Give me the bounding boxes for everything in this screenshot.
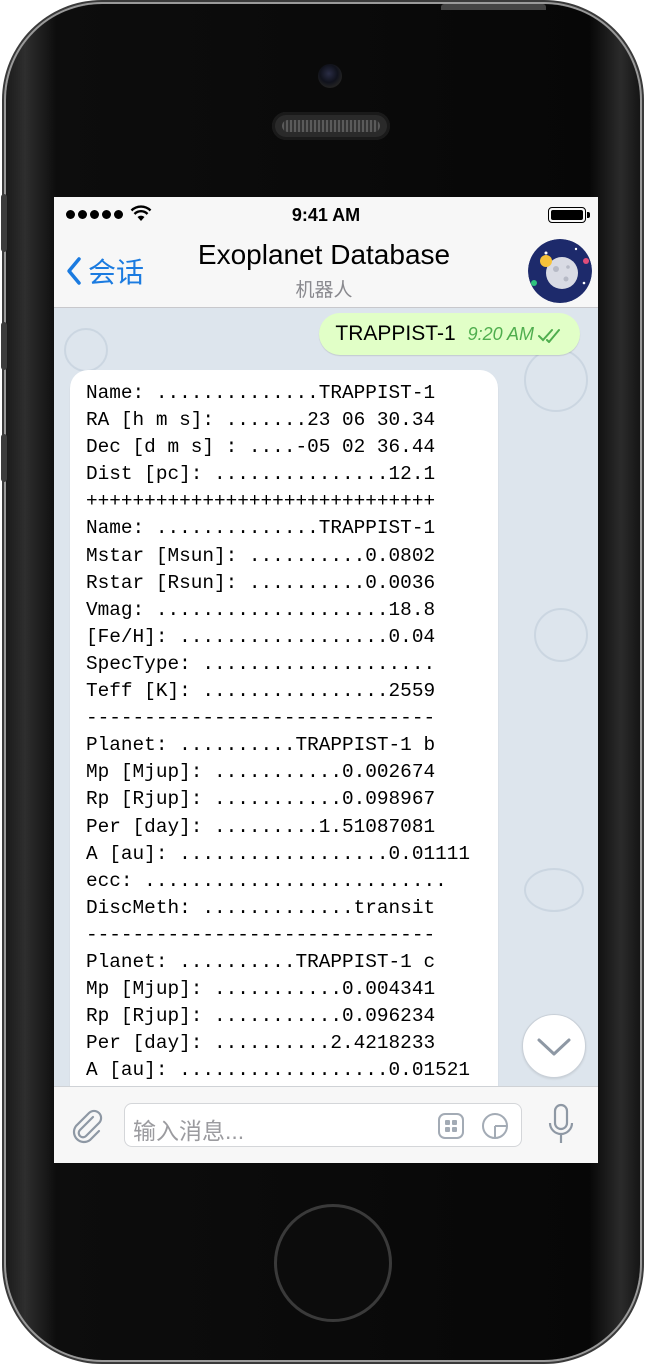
volume-down-button bbox=[1, 434, 7, 482]
mute-switch bbox=[1, 194, 7, 252]
chevron-down-icon bbox=[537, 1038, 571, 1056]
bot-avatar[interactable] bbox=[528, 239, 592, 303]
message-line: A [au]: ..................0.01111 bbox=[86, 842, 470, 865]
message-line: Rstar [Rsun]: ..........0.0036 bbox=[86, 571, 436, 594]
microphone-icon[interactable] bbox=[546, 1103, 576, 1147]
background-doodle bbox=[524, 868, 584, 912]
double-check-icon bbox=[538, 328, 560, 343]
moon-avatar-icon bbox=[528, 239, 592, 303]
message-time: 9:20 AM bbox=[467, 324, 534, 344]
message-line: Name: ..............TRAPPIST-1 bbox=[86, 517, 436, 540]
status-time: 9:41 AM bbox=[291, 205, 361, 225]
chat-title[interactable]: Exoplanet Database bbox=[164, 239, 484, 271]
status-bar: 9:41 AM bbox=[54, 197, 598, 233]
back-label: 会话 bbox=[88, 257, 145, 288]
message-line: Vmag: ....................18.8 bbox=[86, 598, 436, 621]
outgoing-message[interactable]: TRAPPIST-1 9:20 AM bbox=[319, 313, 580, 355]
message-line: SpecType: .................... bbox=[86, 652, 436, 675]
paperclip-icon[interactable] bbox=[66, 1105, 106, 1145]
incoming-message-text: Name: ..............TRAPPIST-1 RA [h m s… bbox=[86, 380, 470, 1084]
message-line: Rp [Rjup]: ...........0.096234 bbox=[86, 1005, 436, 1028]
message-line: Planet: ..........TRAPPIST-1 b bbox=[86, 734, 436, 757]
message-line: ------------------------------ bbox=[86, 707, 436, 730]
message-line: Mp [Mjup]: ...........0.002674 bbox=[86, 761, 436, 784]
home-button[interactable] bbox=[274, 1204, 392, 1322]
chat-area[interactable]: TRAPPIST-1 9:20 AM Name: ..............T… bbox=[54, 308, 598, 1086]
message-line: Dist [pc]: ...............12.1 bbox=[86, 463, 436, 486]
screen: 9:41 AM 会话 Exoplanet Database 机器人 TRAPPI… bbox=[54, 197, 598, 1163]
input-bar: 输入消息... bbox=[54, 1086, 598, 1163]
message-line: ------------------------------ bbox=[86, 923, 436, 946]
message-meta: 9:20 AM bbox=[468, 324, 564, 345]
background-doodle bbox=[64, 328, 108, 372]
bot-command-icon[interactable] bbox=[437, 1112, 465, 1140]
sticker-icon[interactable] bbox=[481, 1112, 509, 1140]
chevron-left-icon bbox=[67, 257, 81, 285]
battery-icon bbox=[548, 207, 590, 223]
message-line: A [au]: ..................0.01521 bbox=[86, 1059, 470, 1082]
incoming-message[interactable]: Name: ..............TRAPPIST-1 RA [h m s… bbox=[70, 370, 498, 1086]
nav-bar: 会话 Exoplanet Database 机器人 bbox=[54, 233, 598, 308]
earpiece-speaker bbox=[272, 112, 390, 140]
power-button bbox=[441, 4, 546, 10]
message-line: Per [day]: ..........2.4218233 bbox=[86, 1032, 436, 1055]
chat-subtitle: 机器人 bbox=[295, 280, 353, 301]
message-input-placeholder: 输入消息... bbox=[133, 1118, 245, 1144]
message-line: Mp [Mjup]: ...........0.004341 bbox=[86, 978, 436, 1001]
background-doodle bbox=[534, 608, 588, 662]
message-line: ecc: .......................... bbox=[86, 869, 447, 892]
message-line: DiscMeth: .............transit bbox=[86, 896, 436, 919]
message-line: Rp [Rjup]: ...........0.098967 bbox=[86, 788, 436, 811]
back-button[interactable]: 会话 bbox=[66, 251, 144, 291]
message-line: Per [day]: .........1.51087081 bbox=[86, 815, 436, 838]
message-line: Mstar [Msun]: ..........0.0802 bbox=[86, 544, 436, 567]
message-line: Dec [d m s] : ....-05 02 36.44 bbox=[86, 436, 436, 459]
message-line: [Fe/H]: ..................0.04 bbox=[86, 625, 436, 648]
scroll-down-button[interactable] bbox=[522, 1014, 586, 1078]
message-line: Teff [K]: ................2559 bbox=[86, 680, 436, 703]
message-line: Planet: ..........TRAPPIST-1 c bbox=[86, 950, 436, 973]
front-camera bbox=[318, 64, 342, 88]
message-input[interactable]: 输入消息... bbox=[124, 1103, 522, 1147]
background-doodle bbox=[524, 348, 588, 412]
message-line: ++++++++++++++++++++++++++++++ bbox=[86, 490, 436, 513]
message-line: RA [h m s]: .......23 06 30.34 bbox=[86, 409, 436, 432]
volume-up-button bbox=[1, 322, 7, 370]
message-line: Name: ..............TRAPPIST-1 bbox=[86, 382, 436, 404]
outgoing-message-text: TRAPPIST-1 bbox=[335, 322, 456, 345]
